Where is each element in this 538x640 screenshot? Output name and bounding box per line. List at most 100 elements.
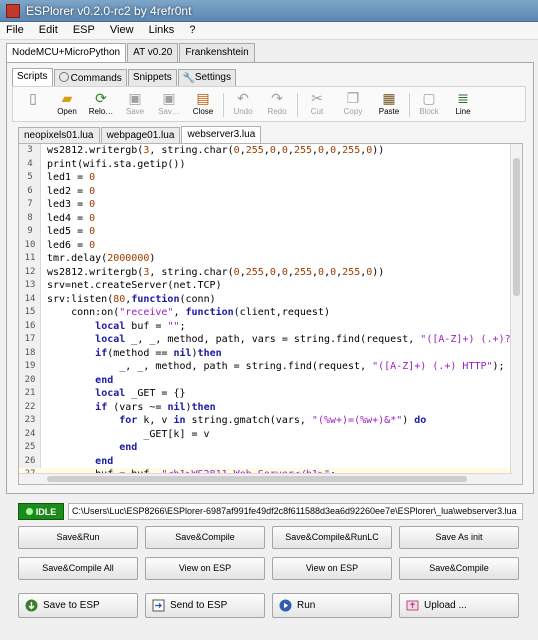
redo-icon: ↷ — [271, 90, 283, 106]
cut-button[interactable]: ✂ Cut — [301, 89, 333, 121]
save-compile-all-button[interactable]: Save&Compile All — [18, 557, 138, 580]
folder-icon: ▰ — [61, 90, 73, 106]
code-text: end — [119, 442, 138, 453]
close-label: Close — [192, 107, 214, 116]
close-button[interactable]: ▤ Close — [187, 89, 219, 121]
file-tabs: neopixels01.lua webpage01.lua webserver3… — [18, 126, 262, 144]
menu-file[interactable]: File — [0, 22, 30, 38]
block-button[interactable]: ▢ Block — [413, 89, 445, 121]
code-line[interactable]: 21 local _GET = {} — [19, 387, 511, 401]
redo-button[interactable]: ↷ Redo — [261, 89, 293, 121]
code-line[interactable]: 22 if (vars ~= nil)then — [19, 401, 511, 415]
tab-settings[interactable]: 🔧Settings — [177, 69, 236, 87]
tab-nodemcu[interactable]: NodeMCU+MicroPython — [6, 43, 127, 63]
code-line[interactable]: 26 end — [19, 455, 511, 469]
line-number: 4 — [27, 158, 33, 169]
code-line[interactable]: 16 local buf = ""; — [19, 320, 511, 334]
upload-icon — [406, 600, 419, 611]
run-button[interactable]: Run — [272, 593, 392, 618]
send-to-esp-button[interactable]: Send to ESP — [145, 593, 265, 618]
code-lines: 3 ws2812.writergb(3, string.char(0,255,0,… — [19, 144, 522, 484]
file-path-field[interactable]: C:\Users\Luc\ESP8266\ESPlorer-6987af991f… — [68, 503, 523, 520]
title-bar: ESPlorer v0.2.0-rc2 by 4refr0nt — [0, 0, 538, 22]
code-line[interactable]: 23 for k, v in string.gmatch(vars, "(%w+… — [19, 414, 511, 428]
save-button[interactable]: ▣ Save — [119, 89, 151, 121]
code-line[interactable]: 8 led4 = 0 — [19, 212, 511, 226]
code-line[interactable]: 12 ws2812.writergb(3, string.char(0,255,0… — [19, 266, 511, 280]
line-number: 9 — [27, 226, 33, 236]
new-file-icon: ▯ — [29, 90, 37, 106]
code-text: end — [95, 374, 114, 386]
file-tab-webpage[interactable]: webpage01.lua — [100, 127, 181, 144]
code-line[interactable]: 9 led5 = 0 — [19, 225, 511, 239]
line-number: 25 — [24, 442, 36, 452]
menu-view[interactable]: View — [104, 22, 140, 38]
horizontal-scroll-thumb[interactable] — [47, 476, 467, 482]
line-button[interactable]: ≣ Line — [447, 89, 479, 121]
line-label: Line — [455, 107, 471, 116]
code-line[interactable]: 6 led2 = 0 — [19, 185, 511, 199]
view-on-esp-button-2[interactable]: View on ESP — [272, 557, 392, 580]
save-compile-button-2[interactable]: Save&Compile — [399, 557, 519, 580]
code-line[interactable]: 19 _, _, method, path = string.find(requ… — [19, 360, 511, 374]
undo-button[interactable]: ↶ Undo — [227, 89, 259, 121]
code-line[interactable]: 14 srv:listen(80,function(conn) — [19, 293, 511, 307]
code-line[interactable]: 17 local _, _, method, path, vars = stri… — [19, 333, 522, 347]
scissors-icon: ✂ — [311, 90, 323, 106]
line-number: 5 — [27, 172, 33, 182]
code-line[interactable]: 5 led1 = 0 — [19, 171, 511, 185]
save-run-button[interactable]: Save&Run — [18, 526, 138, 549]
save-as-init-button[interactable]: Save As init — [399, 526, 519, 549]
code-line[interactable]: 25 end — [19, 441, 511, 455]
code-text: led6 = 0 — [47, 239, 96, 251]
tab-frankenshtein[interactable]: Frankenshtein — [179, 43, 255, 62]
save-as-button[interactable]: ▣ Sav… — [153, 89, 185, 121]
copy-button[interactable]: ❐ Copy — [337, 89, 369, 121]
menu-help[interactable]: ? — [183, 22, 201, 38]
line-number: 16 — [24, 320, 36, 331]
save-compile-button[interactable]: Save&Compile — [145, 526, 265, 549]
code-line[interactable]: 4 print(wifi.sta.getip()) — [19, 158, 511, 172]
new-file-button[interactable]: ▯ — [17, 89, 49, 121]
open-label: Open — [57, 107, 77, 116]
save-to-esp-button[interactable]: Save to ESP — [18, 593, 138, 618]
code-editor[interactable]: 3 ws2812.writergb(3, string.char(0,255,0,… — [18, 143, 523, 485]
line-number: 22 — [24, 401, 36, 412]
code-line[interactable]: 11 tmr.delay(2000000) — [19, 252, 511, 266]
vertical-scrollbar[interactable] — [510, 144, 522, 484]
code-text: end — [95, 455, 114, 467]
code-line[interactable]: 3 ws2812.writergb(3, string.char(0,255,0,… — [19, 144, 511, 158]
wrench-icon: 🔧 — [182, 73, 196, 84]
line-number: 13 — [24, 280, 36, 290]
upload-label: Upload ... — [424, 600, 467, 611]
tab-snippets[interactable]: Snippets — [127, 69, 177, 87]
tab-at[interactable]: AT v0.20 — [127, 43, 179, 62]
view-on-esp-button[interactable]: View on ESP — [145, 557, 265, 580]
upload-button[interactable]: Upload ... — [399, 593, 519, 618]
horizontal-scrollbar[interactable] — [19, 473, 512, 484]
menu-links[interactable]: Links — [143, 22, 181, 38]
line-number: 21 — [24, 388, 36, 398]
code-line[interactable]: 18 if(method == nil)then — [19, 347, 511, 361]
tab-commands[interactable]: Commands — [53, 69, 127, 87]
file-tab-webserver[interactable]: webserver3.lua — [181, 126, 262, 144]
save-to-esp-label: Save to ESP — [43, 600, 100, 611]
reload-button[interactable]: ⟳ Relo… — [85, 89, 117, 121]
open-button[interactable]: ▰ Open — [51, 89, 83, 121]
paste-button[interactable]: ▦ Paste — [373, 89, 405, 121]
code-line[interactable]: 10 led6 = 0 — [19, 239, 511, 253]
code-text: conn:on("receive", function(client,reque… — [47, 307, 330, 318]
line-number: 12 — [24, 266, 36, 277]
tab-scripts[interactable]: Scripts — [12, 68, 53, 87]
menu-esp[interactable]: ESP — [67, 22, 101, 38]
save-compile-runlc-button[interactable]: Save&Compile&RunLC — [272, 526, 392, 549]
code-line[interactable]: 7 led3 = 0 — [19, 198, 511, 212]
code-line[interactable]: 15 conn:on("receive", function(client,re… — [19, 306, 511, 320]
code-line[interactable]: 24 _GET[k] = v — [19, 428, 511, 442]
code-line[interactable]: 20 end — [19, 374, 511, 388]
menu-edit[interactable]: Edit — [33, 22, 64, 38]
line-number: 7 — [27, 199, 33, 209]
code-line[interactable]: 13 srv=net.createServer(net.TCP) — [19, 279, 511, 293]
file-tab-neopixels[interactable]: neopixels01.lua — [18, 127, 100, 144]
vertical-scroll-thumb[interactable] — [513, 158, 520, 296]
